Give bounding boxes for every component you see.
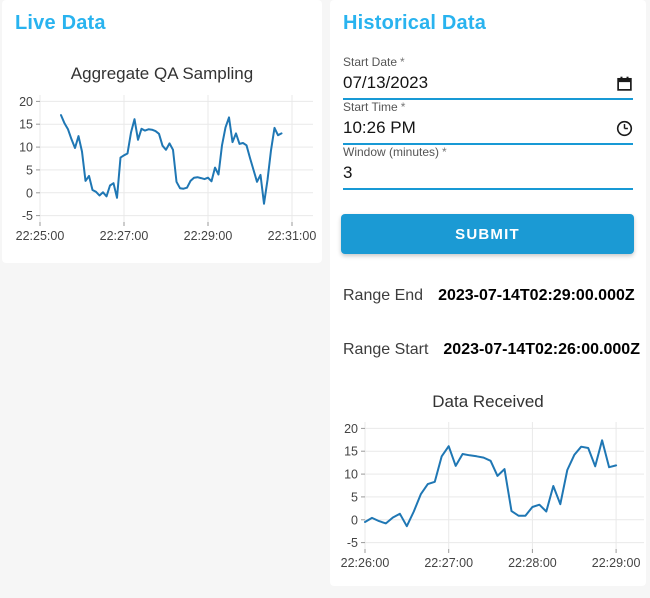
svg-text:10: 10 bbox=[344, 468, 358, 482]
live-data-panel: Live Data Aggregate QA Sampling 22:25:00… bbox=[2, 0, 322, 263]
svg-text:0: 0 bbox=[351, 513, 358, 527]
svg-text:15: 15 bbox=[19, 118, 33, 132]
svg-text:22:29:00: 22:29:00 bbox=[184, 229, 233, 243]
svg-text:-5: -5 bbox=[22, 209, 33, 223]
svg-text:22:29:00: 22:29:00 bbox=[592, 556, 641, 570]
svg-text:22:31:00: 22:31:00 bbox=[268, 229, 317, 243]
data-received-chart-svg: 22:26:00 22:27:00 22:28:00 22:29:00 -5 0 5 10 15… bbox=[341, 422, 644, 570]
svg-text:15: 15 bbox=[344, 445, 358, 459]
svg-text:22:27:00: 22:27:00 bbox=[100, 229, 149, 243]
svg-text:5: 5 bbox=[26, 163, 33, 177]
svg-text:10: 10 bbox=[19, 141, 33, 155]
svg-text:22:28:00: 22:28:00 bbox=[508, 556, 557, 570]
svg-text:-5: -5 bbox=[347, 536, 358, 550]
svg-text:22:25:00: 22:25:00 bbox=[16, 229, 65, 243]
svg-text:5: 5 bbox=[351, 490, 358, 504]
svg-text:22:27:00: 22:27:00 bbox=[424, 556, 473, 570]
live-chart-svg: 22:25:00 22:27:00 22:29:00 22:31:00 -5 0 5 10 15… bbox=[16, 95, 317, 243]
svg-text:0: 0 bbox=[26, 186, 33, 200]
svg-text:20: 20 bbox=[344, 422, 358, 436]
historical-data-panel: Historical Data Start Date* Start Time* bbox=[330, 0, 646, 586]
svg-text:22:26:00: 22:26:00 bbox=[341, 556, 390, 570]
svg-text:20: 20 bbox=[19, 95, 33, 109]
